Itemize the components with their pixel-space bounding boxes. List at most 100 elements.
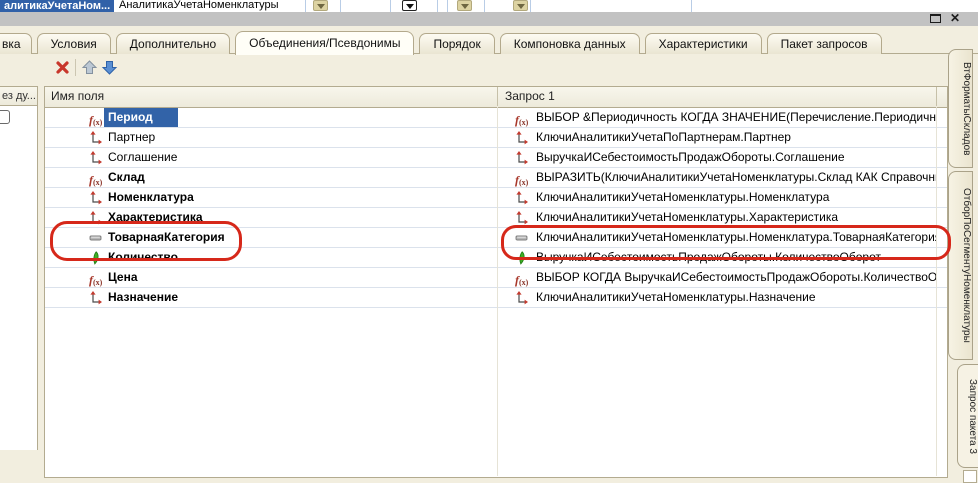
query-expression-cell[interactable]: КлючиАналитикиУчетаНоменклатуры.Номенкла… bbox=[498, 228, 936, 247]
field-name-cell[interactable]: f(x) Склад bbox=[45, 168, 497, 187]
table-row[interactable]: Характеристика КлючиАналитикиУчетаНоменкл… bbox=[45, 208, 947, 228]
dimension-icon bbox=[89, 291, 103, 305]
move-down-button[interactable] bbox=[101, 59, 118, 76]
vertical-tab-vtformatyskladov[interactable]: ВтФорматыСкладов bbox=[948, 49, 973, 168]
dimension-icon bbox=[515, 131, 529, 145]
field-name-cell[interactable]: Назначение bbox=[45, 288, 497, 307]
query-designer-window: алитикаУчетаНом... АналитикаУчетаНоменкл… bbox=[0, 0, 978, 483]
table-body: f(x)Периодf(x)ВЫБОР &Периодичность КОГДА… bbox=[45, 108, 947, 308]
field-name: Склад bbox=[108, 168, 145, 187]
field-name-cell[interactable]: Партнер bbox=[45, 128, 497, 147]
column-divider[interactable] bbox=[497, 87, 498, 106]
field-name-cell[interactable]: Номенклатура bbox=[45, 188, 497, 207]
red-x-icon bbox=[54, 59, 71, 76]
field-name-cell[interactable]: Соглашение bbox=[45, 148, 497, 167]
query-expression-cell[interactable]: КлючиАналитикиУчетаНоменклатуры.Характер… bbox=[498, 208, 936, 227]
query-expression-cell[interactable]: КлючиАналитикиУчетаНоменклатуры.Назначен… bbox=[498, 288, 936, 307]
minus-icon bbox=[515, 231, 529, 245]
body-column-divider bbox=[936, 107, 937, 476]
field-name-cell[interactable]: f(x)Период bbox=[45, 108, 497, 127]
resource-icon bbox=[89, 251, 103, 265]
tab-bar: вкаУсловияДополнительноОбъединения/Псевд… bbox=[0, 31, 882, 54]
tab-вка[interactable]: вка bbox=[0, 33, 32, 54]
fields-table: Имя поля Запрос 1 f(x)Периодf(x)ВЫБОР &П… bbox=[44, 86, 948, 478]
query-expression: КлючиАналитикиУчетаНоменклатуры.Номенкла… bbox=[536, 228, 936, 247]
query-expression-cell[interactable]: ВыручкаИСебестоимостьПродажОбороты.Колич… bbox=[498, 248, 936, 267]
query-expression: ВыручкаИСебестоимостьПродажОбороты.Согла… bbox=[536, 148, 845, 167]
field-name: Количество bbox=[108, 248, 178, 267]
table-row[interactable]: f(x) Склад f(x)ВЫРАЗИТЬ(КлючиАналитикиУчет… bbox=[45, 168, 947, 188]
tab-компоновка-данных[interactable]: Компоновка данных bbox=[500, 33, 640, 54]
function-icon: f(x) bbox=[89, 171, 103, 185]
tab-дополнительно[interactable]: Дополнительно bbox=[116, 33, 230, 54]
vertical-tab-zapros-paketa-3[interactable]: Запрос пакета 3 bbox=[957, 364, 978, 468]
query-expression-cell[interactable]: f(x)ВЫБОР КОГДА ВыручкаИСебестоимостьПро… bbox=[498, 268, 936, 287]
table-row[interactable]: Соглашение ВыручкаИСебестоимостьПродажОбо… bbox=[45, 148, 947, 168]
tab-strip: вкаУсловияДополнительноОбъединения/Псевд… bbox=[0, 26, 978, 54]
tab-условия[interactable]: Условия bbox=[37, 33, 111, 54]
function-icon: f(x) bbox=[515, 271, 529, 285]
query-expression: ВЫРАЗИТЬ(КлючиАналитикиУчетаНоменклатуры… bbox=[536, 168, 936, 187]
table-row[interactable]: ТоварнаяКатегория КлючиАналитикиУчетаНоме… bbox=[45, 228, 947, 248]
dropdown-button[interactable] bbox=[313, 0, 328, 11]
query-expression-cell[interactable]: f(x)ВЫРАЗИТЬ(КлючиАналитикиУчетаНоменкла… bbox=[498, 168, 936, 187]
tab-объединения-псевдонимы[interactable]: Объединения/Псевдонимы bbox=[235, 31, 414, 55]
maximize-icon[interactable] bbox=[930, 14, 941, 23]
dropdown-button[interactable] bbox=[457, 0, 472, 11]
move-up-button[interactable] bbox=[81, 59, 98, 76]
field-name: Партнер bbox=[108, 128, 155, 147]
selected-grid-cell[interactable]: алитикаУчетаНом... bbox=[0, 0, 114, 12]
function-icon: f(x) bbox=[515, 111, 529, 125]
delete-button[interactable] bbox=[54, 59, 71, 76]
close-icon[interactable]: ✕ bbox=[948, 12, 962, 25]
function-icon: f(x) bbox=[89, 271, 103, 285]
dropdown-button[interactable] bbox=[513, 0, 528, 11]
field-name: Период bbox=[108, 108, 153, 127]
dropdown-button-focused[interactable] bbox=[402, 0, 417, 11]
dimension-icon bbox=[515, 191, 529, 205]
field-name-cell[interactable]: ТоварнаяКатегория bbox=[45, 228, 497, 247]
toolbar-separator bbox=[75, 59, 76, 76]
table-row[interactable]: f(x)Ценаf(x)ВЫБОР КОГДА ВыручкаИСебестои… bbox=[45, 268, 947, 288]
vertical-tab-otborposegmentu[interactable]: ОтборПоСегментуНоменклатуры bbox=[948, 171, 973, 360]
grid-cell-text[interactable]: АналитикаУчетаНоменклатуры bbox=[119, 0, 279, 11]
table-row[interactable]: f(x)Период f(x) ВЫБОР &Периодичность КОГДА… bbox=[45, 108, 947, 128]
field-name: ТоварнаяКатегория bbox=[108, 228, 225, 247]
column-header-field-name[interactable]: Имя поля bbox=[51, 87, 104, 106]
query-expression: ВыручкаИСебестоимостьПродажОбороты.Колич… bbox=[536, 248, 881, 267]
window-titlebar: ✕ bbox=[0, 12, 978, 26]
resource-icon bbox=[515, 251, 529, 265]
field-name: Назначение bbox=[108, 288, 178, 307]
corner-strip bbox=[963, 470, 977, 483]
table-row[interactable]: Количество ВыручкаИСебестоимостьПродажОбо… bbox=[45, 248, 947, 268]
field-name-cell[interactable]: Характеристика bbox=[45, 208, 497, 227]
table-header: Имя поля Запрос 1 bbox=[45, 87, 947, 108]
query-expression-cell[interactable]: КлючиАналитикиУчетаПоПартнерам.Партнер bbox=[498, 128, 936, 147]
query-expression-cell[interactable]: КлючиАналитикиУчетаНоменклатуры.Номенкла… bbox=[498, 188, 936, 207]
query-expression: ВЫБОР &Периодичность КОГДА ЗНАЧЕНИЕ(Пере… bbox=[536, 108, 936, 127]
query-expression-cell[interactable]: f(x) ВЫБОР &Периодичность КОГДА ЗНАЧЕНИЕ(… bbox=[498, 108, 936, 127]
field-name: Характеристика bbox=[108, 208, 203, 227]
field-name: Соглашение bbox=[108, 148, 177, 167]
query-expression: КлючиАналитикиУчетаНоменклатуры.Номенкла… bbox=[536, 188, 829, 207]
tab-порядок[interactable]: Порядок bbox=[419, 33, 494, 54]
table-row[interactable]: Номенклатура КлючиАналитикиУчетаНоменклат… bbox=[45, 188, 947, 208]
query-expression-cell[interactable]: ВыручкаИСебестоимостьПродажОбороты.Согла… bbox=[498, 148, 936, 167]
tab-пакет-запросов[interactable]: Пакет запросов bbox=[767, 33, 882, 54]
table-row[interactable]: Партнер КлючиАналитикиУчетаПоПартнерам.Па… bbox=[45, 128, 947, 148]
field-name-cell[interactable]: f(x)Цена bbox=[45, 268, 497, 287]
column-header-query1[interactable]: Запрос 1 bbox=[505, 87, 555, 106]
field-name: Номенклатура bbox=[108, 188, 194, 207]
table-row[interactable]: Назначение КлючиАналитикиУчетаНоменклатур… bbox=[45, 288, 947, 308]
checkbox[interactable] bbox=[0, 110, 10, 124]
query-expression: КлючиАналитикиУчетаНоменклатуры.Характер… bbox=[536, 208, 838, 227]
query-expression: КлючиАналитикиУчетаНоменклатуры.Назначен… bbox=[536, 288, 816, 307]
column-divider[interactable] bbox=[936, 87, 937, 106]
arrow-down-icon bbox=[101, 59, 118, 76]
left-panel-body bbox=[0, 106, 38, 450]
tab-характеристики[interactable]: Характеристики bbox=[645, 33, 762, 54]
background-grid-row: алитикаУчетаНом... АналитикаУчетаНоменкл… bbox=[0, 0, 978, 12]
dimension-icon bbox=[515, 151, 529, 165]
minus-icon bbox=[89, 231, 103, 245]
field-name-cell[interactable]: Количество bbox=[45, 248, 497, 267]
